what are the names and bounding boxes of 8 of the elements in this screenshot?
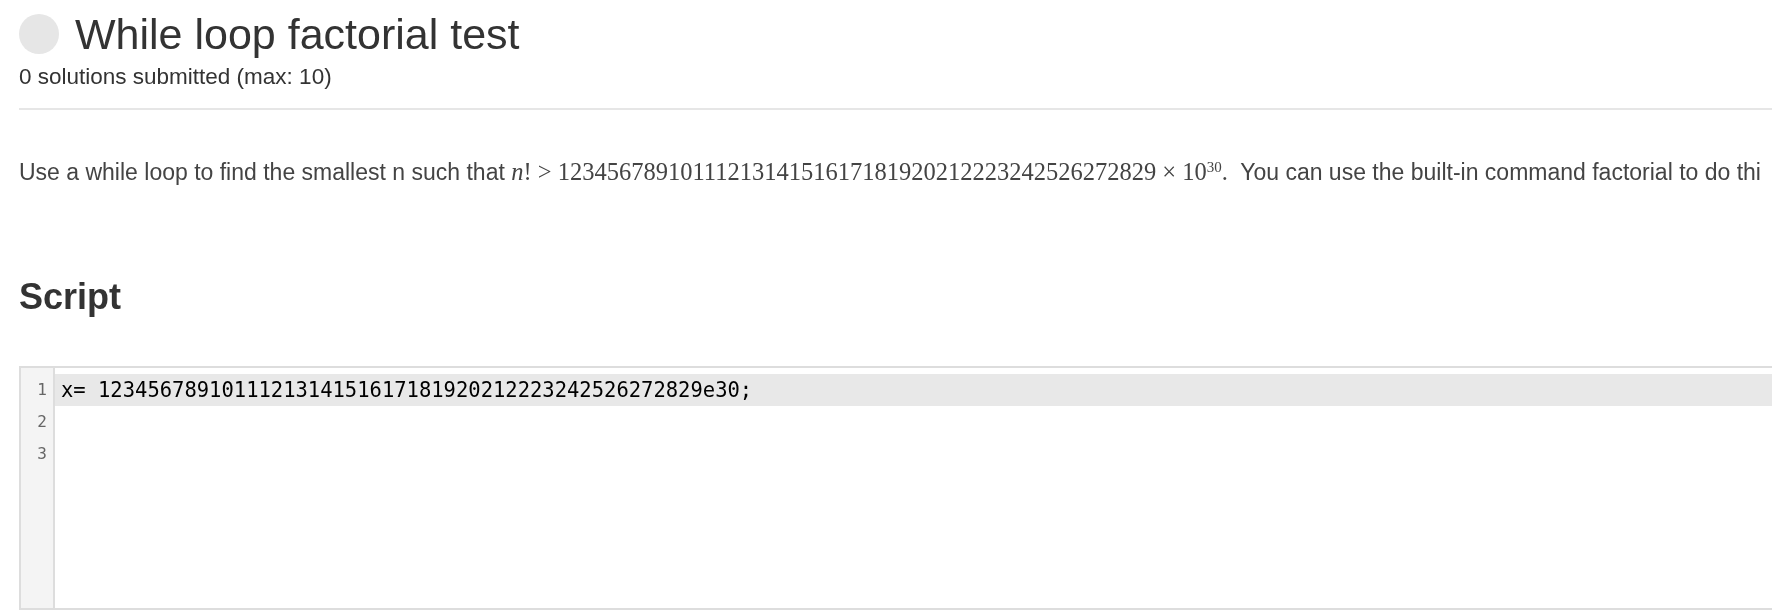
submission-count: 0 solutions submitted (max: 10) <box>19 63 333 91</box>
line-number: 3 <box>36 442 48 465</box>
code-editor[interactable]: 1 2 3 x= 1234567891011121314151617181920212223242526272829e30; <box>19 365 1772 610</box>
section-heading: Script <box>19 274 123 318</box>
problem-description: Use a while loop to find the smallest n such that n! > 1234567891011121314151617181920212223242526272829 × 10$^{30}$. You can use the built-in command factorial to do thi <box>19 156 1762 187</box>
problem-title: While loop factorial test <box>75 10 520 58</box>
line-number: 1 <box>36 378 48 401</box>
line-number: 2 <box>36 410 48 433</box>
